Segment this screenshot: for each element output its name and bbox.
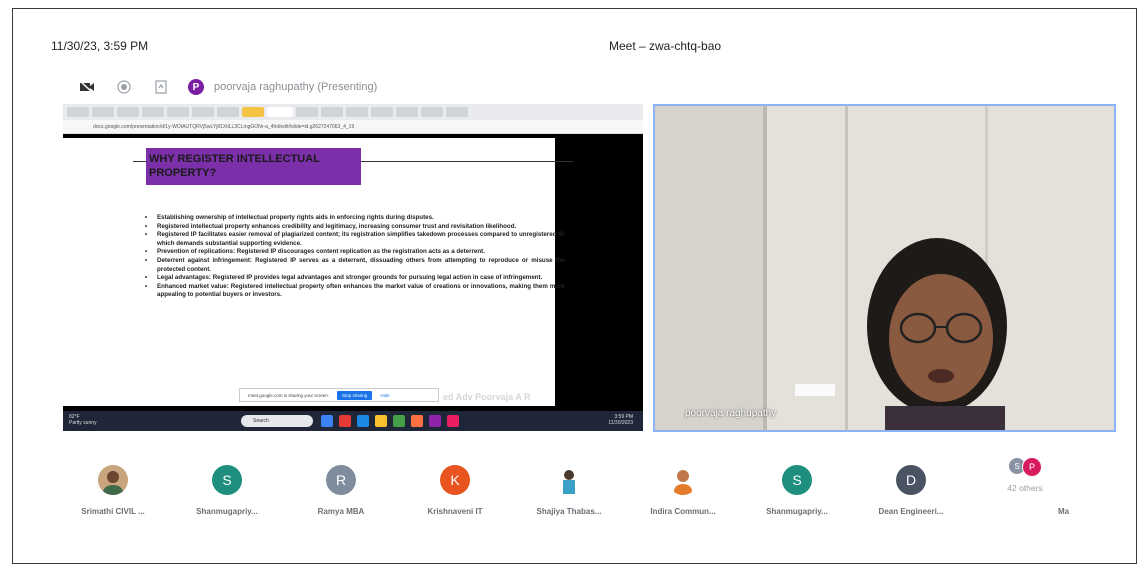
- stop-sharing-button[interactable]: Stop sharing: [337, 390, 373, 400]
- browser-address-bar: docs.google.com/presentation/d/1y-WOtAUT…: [63, 120, 643, 134]
- participant-avatar: [554, 465, 584, 495]
- participants-strip: Srimathi CIVIL ... S Shanmugapriy... R R…: [63, 457, 1113, 525]
- slide-title: WHY REGISTER INTELLECTUAL PROPERTY?: [146, 148, 361, 185]
- participant-avatar: [98, 465, 128, 495]
- windows-taskbar: 82°F Partly sunny Search 3:59 PM 11/30/2…: [63, 411, 643, 431]
- participant-tile[interactable]: Ma: [1058, 465, 1108, 516]
- participant-name: Shajiya Thabas...: [536, 507, 602, 516]
- clock-date: 11/30/2023: [608, 420, 633, 426]
- bullet-item: Enhanced market value: Registered intell…: [145, 283, 565, 300]
- presenter-video-feed: [655, 106, 1114, 430]
- bullet-item: Legal advantages: Registered IP provides…: [145, 274, 565, 283]
- app-icon[interactable]: [357, 415, 369, 427]
- slide-watermark: ed Adv Poorvaja A R: [443, 392, 531, 402]
- share-notice-text: meet.google.com is sharing your screen.: [248, 392, 330, 398]
- taskbar-clock: 3:59 PM 11/30/2023: [608, 414, 633, 426]
- app-icon[interactable]: [429, 415, 441, 427]
- participant-name: Krishnaveni IT: [427, 507, 483, 516]
- presenter-avatar: P: [188, 79, 204, 95]
- participant-tile[interactable]: S Shanmugapriy...: [177, 465, 277, 516]
- participant-avatar: D: [896, 465, 926, 495]
- record-icon[interactable]: [114, 77, 134, 97]
- app-icon[interactable]: [447, 415, 459, 427]
- participant-name: Ma: [1058, 507, 1070, 516]
- participant-tile[interactable]: Indira Commun...: [633, 465, 733, 516]
- participant-avatar: S: [212, 465, 242, 495]
- present-screen-icon[interactable]: [151, 77, 171, 97]
- taskbar-apps: [321, 415, 459, 427]
- timestamp: 11/30/23, 3:59 PM: [51, 39, 149, 53]
- participant-avatar: [668, 465, 698, 495]
- taskbar-search[interactable]: Search: [241, 415, 313, 427]
- participant-tile[interactable]: K Krishnaveni IT: [405, 465, 505, 516]
- hide-link[interactable]: Hide: [380, 393, 389, 398]
- presenter-name-label: poorvaja raghupathy: [685, 408, 777, 419]
- bullet-item: Establishing ownership of intellectual p…: [145, 214, 565, 223]
- participant-avatar: K: [440, 465, 470, 495]
- meet-window: 11/30/23, 3:59 PM Meet – zwa-chtq-bao P …: [12, 8, 1137, 564]
- app-icon[interactable]: [321, 415, 333, 427]
- shared-screen[interactable]: docs.google.com/presentation/d/1y-WOtAUT…: [63, 104, 643, 431]
- participant-avatar: R: [326, 465, 356, 495]
- browser-tab-strip: [63, 104, 643, 120]
- participant-tile[interactable]: D Dean Engineeri...: [861, 465, 961, 516]
- presenter-label: poorvaja raghupathy (Presenting): [214, 81, 378, 93]
- participant-name: Ramya MBA: [317, 507, 365, 516]
- weather-widget[interactable]: 82°F Partly sunny: [69, 414, 97, 426]
- participant-avatar: S: [782, 465, 812, 495]
- bullet-item: Deterrent against infringement: Register…: [145, 257, 565, 274]
- slide-bullets: Establishing ownership of intellectual p…: [145, 214, 565, 300]
- screen-share-notice: meet.google.com is sharing your screen. …: [239, 388, 439, 402]
- participant-tile[interactable]: Srimathi CIVIL ...: [63, 465, 163, 516]
- presenter-video-tile[interactable]: poorvaja raghupathy: [653, 104, 1116, 432]
- participant-name: Srimathi CIVIL ...: [81, 507, 145, 516]
- participant-name: Shanmugapriy...: [196, 507, 258, 516]
- participant-name: Dean Engineeri...: [878, 507, 944, 516]
- participant-name: Indira Commun...: [650, 507, 716, 516]
- weather-desc: Partly sunny: [69, 420, 97, 426]
- app-icon[interactable]: [411, 415, 423, 427]
- app-icon[interactable]: [393, 415, 405, 427]
- participant-avatar: P: [1022, 457, 1042, 477]
- bullet-item: Prevention of replications: Registered I…: [145, 248, 565, 257]
- participant-tile[interactable]: R Ramya MBA: [291, 465, 391, 516]
- participant-name: Shanmugapriy...: [766, 507, 828, 516]
- slide-area: WHY REGISTER INTELLECTUAL PROPERTY? Esta…: [63, 138, 643, 406]
- bullet-item: Registered IP facilitates easier removal…: [145, 231, 565, 248]
- camera-off-icon[interactable]: [77, 77, 97, 97]
- participant-tile[interactable]: S Shanmugapriy...: [747, 465, 847, 516]
- app-icon[interactable]: [375, 415, 387, 427]
- window-title: Meet – zwa-chtq-bao: [609, 39, 722, 53]
- bullet-item: Registered intellectual property enhance…: [145, 223, 565, 232]
- participant-tile[interactable]: Shajiya Thabas...: [519, 465, 619, 516]
- presentation-toolbar: P poorvaja raghupathy (Presenting): [77, 77, 377, 97]
- app-icon[interactable]: [339, 415, 351, 427]
